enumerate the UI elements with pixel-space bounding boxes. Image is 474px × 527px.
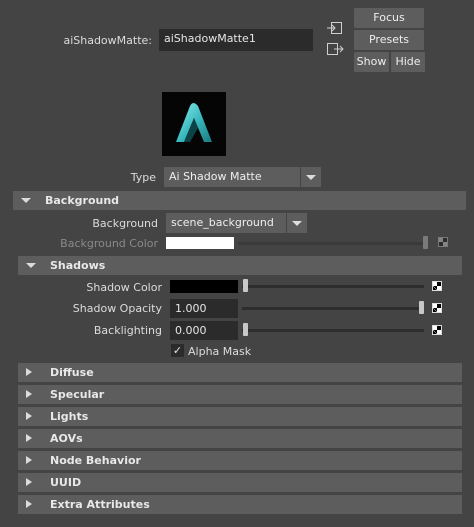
node-type-label: aiShadowMatte:: [63, 34, 152, 47]
section-title: UUID: [50, 476, 82, 489]
checker-map-icon[interactable]: [432, 303, 442, 313]
background-color-label: Background Color: [60, 237, 158, 250]
input-arrow-icon[interactable]: [326, 20, 344, 36]
alpha-mask-checkbox[interactable]: ✓: [171, 344, 184, 357]
presets-button[interactable]: Presets: [354, 30, 424, 50]
shadow-opacity-label: Shadow Opacity: [72, 302, 162, 315]
section-lights[interactable]: Lights: [18, 407, 462, 426]
type-label: Type: [130, 171, 156, 184]
section-extra-attributes[interactable]: Extra Attributes: [18, 495, 462, 514]
backlighting-slider[interactable]: [242, 329, 424, 332]
background-color-slider[interactable]: [238, 242, 424, 245]
arnold-logo-icon: [162, 92, 226, 156]
chevron-down-icon[interactable]: [301, 167, 321, 187]
shadow-color-swatch[interactable]: [170, 280, 238, 293]
checker-map-icon[interactable]: [438, 237, 448, 247]
collapse-arrow-icon: [26, 478, 32, 486]
section-title: Extra Attributes: [50, 498, 150, 511]
backlighting-label: Backlighting: [93, 324, 162, 337]
backlighting-field[interactable]: 0.000: [170, 321, 238, 340]
focus-button[interactable]: Focus: [354, 8, 424, 28]
collapse-arrow-icon: [26, 390, 32, 398]
shadow-opacity-field[interactable]: 1.000: [170, 299, 238, 318]
background-color-swatch[interactable]: [166, 237, 234, 249]
section-title: Background: [45, 194, 120, 207]
collapse-arrow-icon: [26, 500, 32, 508]
shadow-opacity-slider[interactable]: [242, 307, 424, 310]
slider-handle[interactable]: [419, 301, 424, 314]
section-aovs[interactable]: AOVs: [18, 429, 462, 448]
hide-button[interactable]: Hide: [391, 52, 425, 72]
section-diffuse[interactable]: Diffuse: [18, 363, 462, 382]
section-title: Node Behavior: [50, 454, 141, 467]
section-title: Lights: [50, 410, 89, 423]
checker-map-icon[interactable]: [432, 281, 442, 291]
section-title: Diffuse: [50, 366, 94, 379]
slider-handle[interactable]: [423, 236, 428, 249]
expand-arrow-icon: [21, 198, 31, 203]
section-title: Specular: [50, 388, 105, 401]
type-dropdown[interactable]: Ai Shadow Matte: [164, 167, 300, 187]
show-button[interactable]: Show: [354, 52, 389, 72]
section-title: AOVs: [50, 432, 83, 445]
background-dropdown[interactable]: scene_background: [166, 213, 286, 233]
alpha-mask-label: Alpha Mask: [188, 345, 252, 358]
collapse-arrow-icon: [26, 412, 32, 420]
section-uuid[interactable]: UUID: [18, 473, 462, 492]
shadow-color-label: Shadow Color: [86, 281, 162, 294]
background-label: Background: [92, 217, 158, 230]
slider-handle[interactable]: [243, 323, 248, 336]
expand-arrow-icon: [26, 263, 36, 268]
collapse-arrow-icon: [26, 368, 32, 376]
output-arrow-icon[interactable]: [326, 41, 344, 57]
checker-map-icon[interactable]: [432, 325, 442, 335]
section-shadows[interactable]: Shadows: [18, 256, 462, 275]
collapse-arrow-icon: [26, 434, 32, 442]
node-name-field[interactable]: aiShadowMatte1: [159, 29, 313, 51]
chevron-down-icon[interactable]: [287, 213, 307, 233]
shadow-color-slider[interactable]: [242, 285, 424, 288]
section-background[interactable]: Background: [13, 191, 466, 210]
section-title: Shadows: [50, 259, 106, 272]
collapse-arrow-icon: [26, 456, 32, 464]
section-specular[interactable]: Specular: [18, 385, 462, 404]
section-node-behavior[interactable]: Node Behavior: [18, 451, 462, 470]
slider-handle[interactable]: [243, 279, 248, 292]
